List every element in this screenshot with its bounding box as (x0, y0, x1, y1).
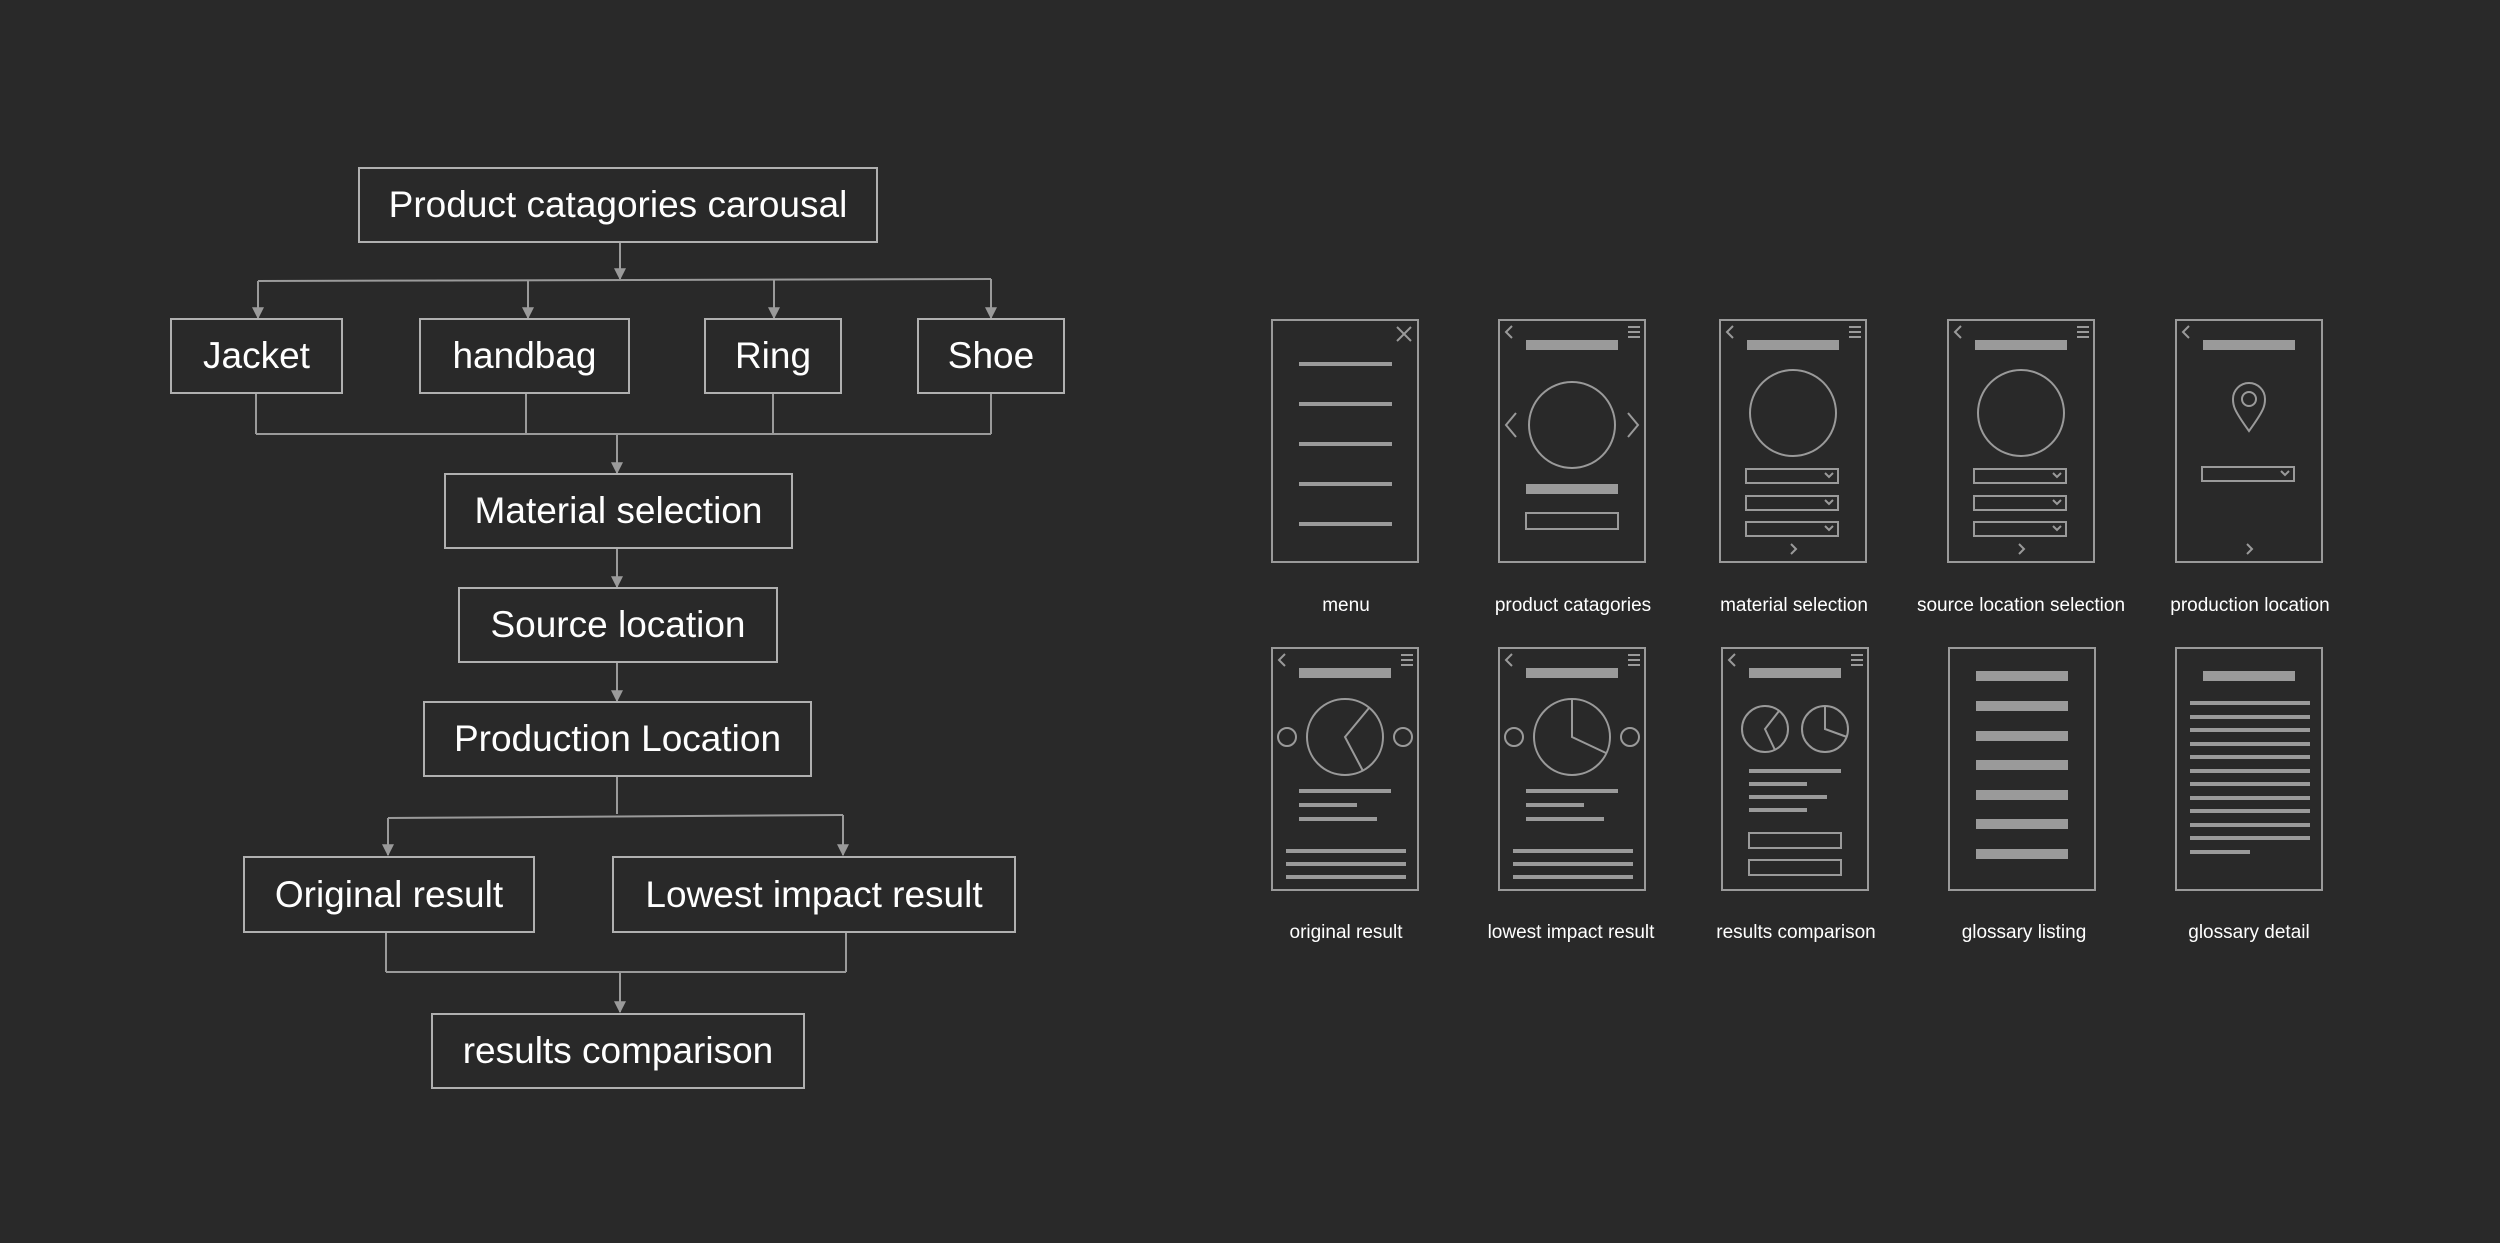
menu-wireframe-drawing (1299, 326, 1412, 526)
back-icon (1725, 325, 1734, 339)
original-result-wireframe-drawing (1277, 653, 1413, 879)
select-button-outline (1525, 512, 1619, 530)
back-icon (1953, 325, 1962, 339)
back-icon (2181, 325, 2190, 339)
wireframe-product-categories (1498, 319, 1646, 563)
next-chevron-icon (2018, 543, 2026, 555)
prev-circle (1277, 727, 1297, 747)
chevron-left-icon (1504, 412, 1517, 438)
node-production-location: Production Location (423, 701, 812, 777)
title-bar (1526, 340, 1618, 350)
title-bar (2203, 340, 2295, 350)
next-chevron-icon (2246, 543, 2254, 555)
connector-category-bus (257, 278, 992, 282)
wireframe-menu (1271, 319, 1419, 563)
product-image-circle (1528, 381, 1616, 469)
wireframe-material-selection (1719, 319, 1867, 563)
node-lowest-impact-result: Lowest impact result (612, 856, 1016, 933)
title-bar (1747, 340, 1839, 350)
node-product-categories-carousel: Product catagories carousal (358, 167, 878, 243)
label-bar (1526, 484, 1618, 494)
next-chevron-icon (1790, 543, 1798, 555)
hamburger-icon (1628, 326, 1640, 338)
node-shoe: Shoe (917, 318, 1065, 394)
caption-results-comparison: results comparison (1716, 922, 1876, 943)
title-bar (1526, 668, 1618, 678)
caption-production-location: production location (2170, 595, 2330, 616)
hamburger-icon (1628, 654, 1640, 666)
hamburger-icon (1849, 326, 1861, 338)
product-image-circle (1749, 369, 1837, 457)
dropdown-1 (1973, 468, 2067, 484)
wireframe-source-location-selection (1947, 319, 2095, 563)
dropdown-3 (1745, 521, 1839, 537)
node-original-result: Original result (243, 856, 535, 933)
hamburger-icon (1851, 654, 1863, 666)
glossary-detail-wireframe-drawing (2190, 671, 2310, 854)
dropdown-1 (1745, 468, 1839, 484)
back-icon (1504, 325, 1513, 339)
menu-lines (1299, 362, 1392, 526)
results-comparison-wireframe-drawing (1727, 653, 1863, 876)
dropdown (2201, 466, 2295, 482)
map-circle (1977, 369, 2065, 457)
wireframe-glossary-listing (1948, 647, 2096, 891)
caption-material-selection: material selection (1720, 595, 1868, 616)
title-bar (1299, 668, 1391, 678)
production-location-wireframe-drawing (2181, 325, 2295, 555)
title-bar (1975, 340, 2067, 350)
glossary-detail-lines (2190, 671, 2310, 854)
lowest-impact-result-wireframe-drawing (1504, 653, 1640, 879)
caption-original-result: original result (1289, 922, 1403, 943)
connector-results-bus (387, 814, 844, 819)
hamburger-icon (2077, 326, 2089, 338)
pie-slice-lines (1571, 699, 1607, 754)
wireframe-lowest-impact-result (1498, 647, 1646, 891)
node-ring: Ring (704, 318, 842, 394)
dropdown-2 (1745, 495, 1839, 511)
button-2 (1748, 859, 1842, 876)
node-jacket: Jacket (170, 318, 343, 394)
node-handbag: handbag (419, 318, 630, 394)
glossary-list-bars (1976, 671, 2068, 859)
caption-product-categories: product catagories (1494, 595, 1652, 616)
button-1 (1748, 832, 1842, 849)
back-icon (1504, 653, 1513, 667)
source-location-wireframe-drawing (1953, 325, 2089, 555)
pie-slice-lines (1343, 707, 1370, 772)
wireframe-results-comparison (1721, 647, 1869, 891)
dropdown-3 (1973, 521, 2067, 537)
back-icon (1277, 653, 1286, 667)
caption-menu: menu (1322, 595, 1370, 616)
dropdown-2 (1973, 495, 2067, 511)
glossary-listing-wireframe-drawing (1976, 671, 2068, 859)
wireframe-glossary-detail (2175, 647, 2323, 891)
node-source-location: Source location (458, 587, 778, 663)
material-selection-wireframe-drawing (1725, 325, 1861, 555)
node-results-comparison: results comparison (431, 1013, 805, 1089)
caption-source-location-selection: source location selection (1916, 595, 2126, 616)
title-bar (1749, 668, 1841, 678)
hamburger-icon (1401, 654, 1413, 666)
next-circle (1620, 727, 1640, 747)
caption-glossary-listing: glossary listing (1961, 922, 2087, 943)
wireframe-production-location (2175, 319, 2323, 563)
back-icon (1727, 653, 1736, 667)
next-circle (1393, 727, 1413, 747)
caption-glossary-detail: glossary detail (2188, 922, 2310, 943)
chevron-right-icon (1627, 412, 1640, 438)
prev-circle (1504, 727, 1524, 747)
node-material-selection: Material selection (444, 473, 793, 549)
product-categories-wireframe-drawing (1504, 325, 1640, 530)
wireframe-original-result (1271, 647, 1419, 891)
close-icon (1396, 326, 1412, 342)
caption-lowest-impact-result: lowest impact result (1487, 922, 1655, 943)
